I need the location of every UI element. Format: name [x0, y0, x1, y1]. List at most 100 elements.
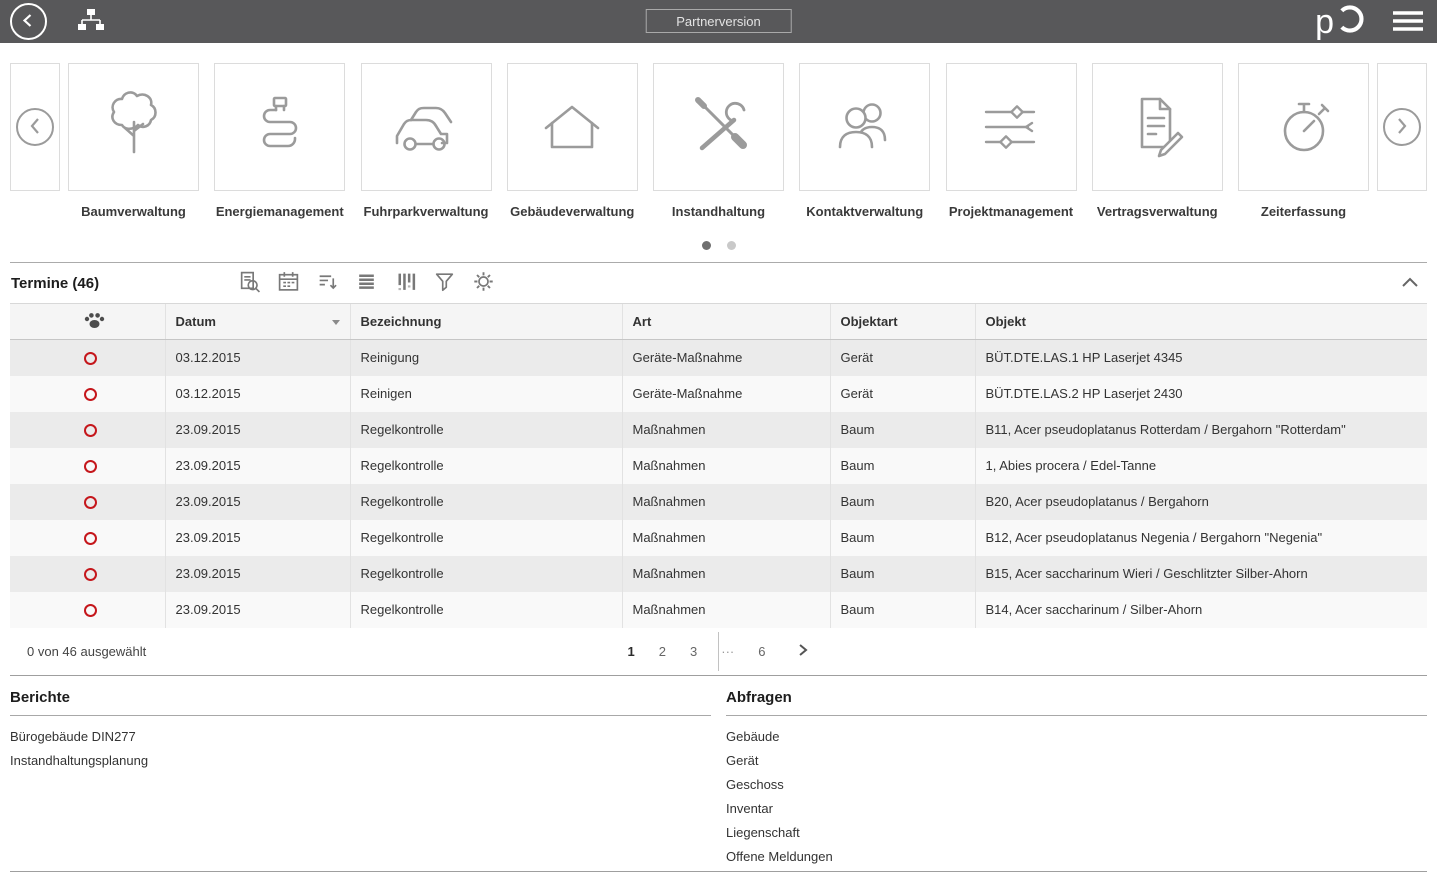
logo-letter: p — [1315, 5, 1334, 39]
cell-bezeichnung: Regelkontrolle — [350, 556, 622, 592]
carousel-next-area — [1377, 63, 1427, 191]
column-header-datum[interactable]: Datum — [165, 304, 350, 340]
table-row[interactable]: 23.09.2015 Regelkontrolle Maßnahmen Baum… — [10, 520, 1427, 556]
cell-objekt: B14, Acer saccharinum / Silber-Ahorn — [975, 592, 1427, 628]
berichte-title: Berichte — [10, 676, 711, 716]
topbar: Partnerversion p — [0, 0, 1437, 43]
row-select-radio[interactable] — [84, 532, 97, 545]
contract-icon — [1092, 63, 1223, 191]
chevron-up-icon — [1401, 276, 1419, 291]
gear-icon — [472, 270, 495, 296]
row-select-radio[interactable] — [84, 460, 97, 473]
module-tile-instandhaltung[interactable]: Instandhaltung — [653, 63, 784, 219]
module-tile-energiemanagement[interactable]: Energiemanagement — [214, 63, 345, 219]
selected-count: 0 von 46 ausgewählt — [10, 644, 146, 659]
row-select-radio[interactable] — [84, 496, 97, 509]
abfrage-item[interactable]: Offene Meldungen — [726, 845, 1427, 869]
termine-panel: Termine (46) — [10, 262, 1427, 676]
module-tile-gebaeudeverwaltung[interactable]: Gebäudeverwaltung — [507, 63, 638, 219]
column-header-art[interactable]: Art — [622, 304, 830, 340]
sort-button[interactable] — [312, 268, 342, 298]
module-tile-zeiterfassung[interactable]: Zeiterfassung — [1238, 63, 1369, 219]
cell-objekt: B20, Acer pseudoplatanus / Bergahorn — [975, 484, 1427, 520]
cell-art: Maßnahmen — [622, 412, 830, 448]
collapse-panel-button[interactable] — [1401, 276, 1419, 291]
bericht-item[interactable]: Bürogebäude DIN277 — [10, 725, 711, 749]
cfl-bulb-icon — [214, 63, 345, 191]
row-select-radio[interactable] — [84, 352, 97, 365]
row-select-radio[interactable] — [84, 424, 97, 437]
partnerversion-button[interactable]: Partnerversion — [645, 9, 792, 33]
module-tile-projektmanagement[interactable]: Projektmanagement — [946, 63, 1077, 219]
page-1[interactable]: 1 — [628, 644, 635, 659]
column-header-responsible[interactable] — [10, 304, 165, 340]
table-row[interactable]: 23.09.2015 Regelkontrolle Maßnahmen Baum… — [10, 556, 1427, 592]
logo-arc-icon — [1335, 4, 1365, 39]
cell-art: Geräte-Maßnahme — [622, 340, 830, 376]
carousel-dot-1[interactable] — [702, 241, 711, 250]
column-header-objektart[interactable]: Objektart — [830, 304, 975, 340]
cell-objekt: BÜT.DTE.LAS.1 HP Laserjet 4345 — [975, 340, 1427, 376]
filter-icon — [433, 270, 456, 296]
page-2[interactable]: 2 — [659, 644, 666, 659]
calendar-button[interactable] — [273, 268, 303, 298]
bericht-item[interactable]: Instandhaltungsplanung — [10, 749, 711, 773]
table-row[interactable]: 23.09.2015 Regelkontrolle Maßnahmen Baum… — [10, 592, 1427, 628]
cell-bezeichnung: Regelkontrolle — [350, 484, 622, 520]
page-3[interactable]: 3 — [690, 644, 697, 659]
row-select-radio[interactable] — [84, 568, 97, 581]
next-page-button[interactable] — [797, 643, 809, 660]
column-label: Datum — [176, 314, 216, 329]
module-tile-kontaktverwaltung[interactable]: Kontaktverwaltung — [799, 63, 930, 219]
abfrage-item[interactable]: Inventar — [726, 797, 1427, 821]
cell-datum: 03.12.2015 — [165, 340, 350, 376]
cell-datum: 23.09.2015 — [165, 556, 350, 592]
cell-objektart: Gerät — [830, 340, 975, 376]
cell-datum: 23.09.2015 — [165, 484, 350, 520]
list-view-button[interactable] — [351, 268, 381, 298]
hierarchy-button[interactable] — [75, 8, 107, 35]
abfrage-item[interactable]: Gebäude — [726, 725, 1427, 749]
cell-datum: 23.09.2015 — [165, 592, 350, 628]
cell-objekt: 1, Abies procera / Edel-Tanne — [975, 448, 1427, 484]
termine-title: Termine (46) — [10, 275, 99, 292]
module-label: Kontaktverwaltung — [799, 204, 930, 219]
table-row[interactable]: 23.09.2015 Regelkontrolle Maßnahmen Baum… — [10, 448, 1427, 484]
column-header-objekt[interactable]: Objekt — [975, 304, 1427, 340]
page-6[interactable]: 6 — [758, 644, 765, 659]
carousel-next-button[interactable] — [1383, 108, 1421, 146]
cell-bezeichnung: Regelkontrolle — [350, 448, 622, 484]
footer-divider — [718, 632, 719, 671]
cell-objektart: Baum — [830, 448, 975, 484]
table-row[interactable]: 23.09.2015 Regelkontrolle Maßnahmen Baum… — [10, 412, 1427, 448]
module-tile-vertragsverwaltung[interactable]: Vertragsverwaltung — [1092, 63, 1223, 219]
module-tile-baumverwaltung[interactable]: Baumverwaltung — [68, 63, 199, 219]
abfrage-item[interactable]: Liegenschaft — [726, 821, 1427, 845]
cell-art: Maßnahmen — [622, 520, 830, 556]
cell-objektart: Baum — [830, 520, 975, 556]
cell-art: Maßnahmen — [622, 448, 830, 484]
preview-button[interactable] — [234, 268, 264, 298]
back-button[interactable] — [10, 3, 47, 40]
module-label: Baumverwaltung — [68, 204, 199, 219]
sort-desc-icon — [332, 320, 340, 325]
cell-datum: 23.09.2015 — [165, 448, 350, 484]
table-row[interactable]: 03.12.2015 Reinigen Geräte-Maßnahme Gerä… — [10, 376, 1427, 412]
abfrage-item[interactable]: Gerät — [726, 749, 1427, 773]
row-select-radio[interactable] — [84, 604, 97, 617]
table-header-row: Datum Bezeichnung Art Objektart Objekt — [10, 304, 1427, 340]
table-row[interactable]: 23.09.2015 Regelkontrolle Maßnahmen Baum… — [10, 484, 1427, 520]
filter-button[interactable] — [429, 268, 459, 298]
termine-header: Termine (46) — [10, 263, 1427, 303]
table-row[interactable]: 03.12.2015 Reinigung Geräte-Maßnahme Ger… — [10, 340, 1427, 376]
row-select-radio[interactable] — [84, 388, 97, 401]
abfrage-item[interactable]: Geschoss — [726, 773, 1427, 797]
menu-button[interactable] — [1391, 9, 1425, 36]
settings-button[interactable] — [468, 268, 498, 298]
columns-view-button[interactable] — [390, 268, 420, 298]
cell-objektart: Baum — [830, 412, 975, 448]
carousel-dot-2[interactable] — [727, 241, 736, 250]
carousel-prev-button[interactable] — [16, 108, 54, 146]
module-tile-fuhrparkverwaltung[interactable]: Fuhrparkverwaltung — [361, 63, 492, 219]
column-header-bezeichnung[interactable]: Bezeichnung — [350, 304, 622, 340]
